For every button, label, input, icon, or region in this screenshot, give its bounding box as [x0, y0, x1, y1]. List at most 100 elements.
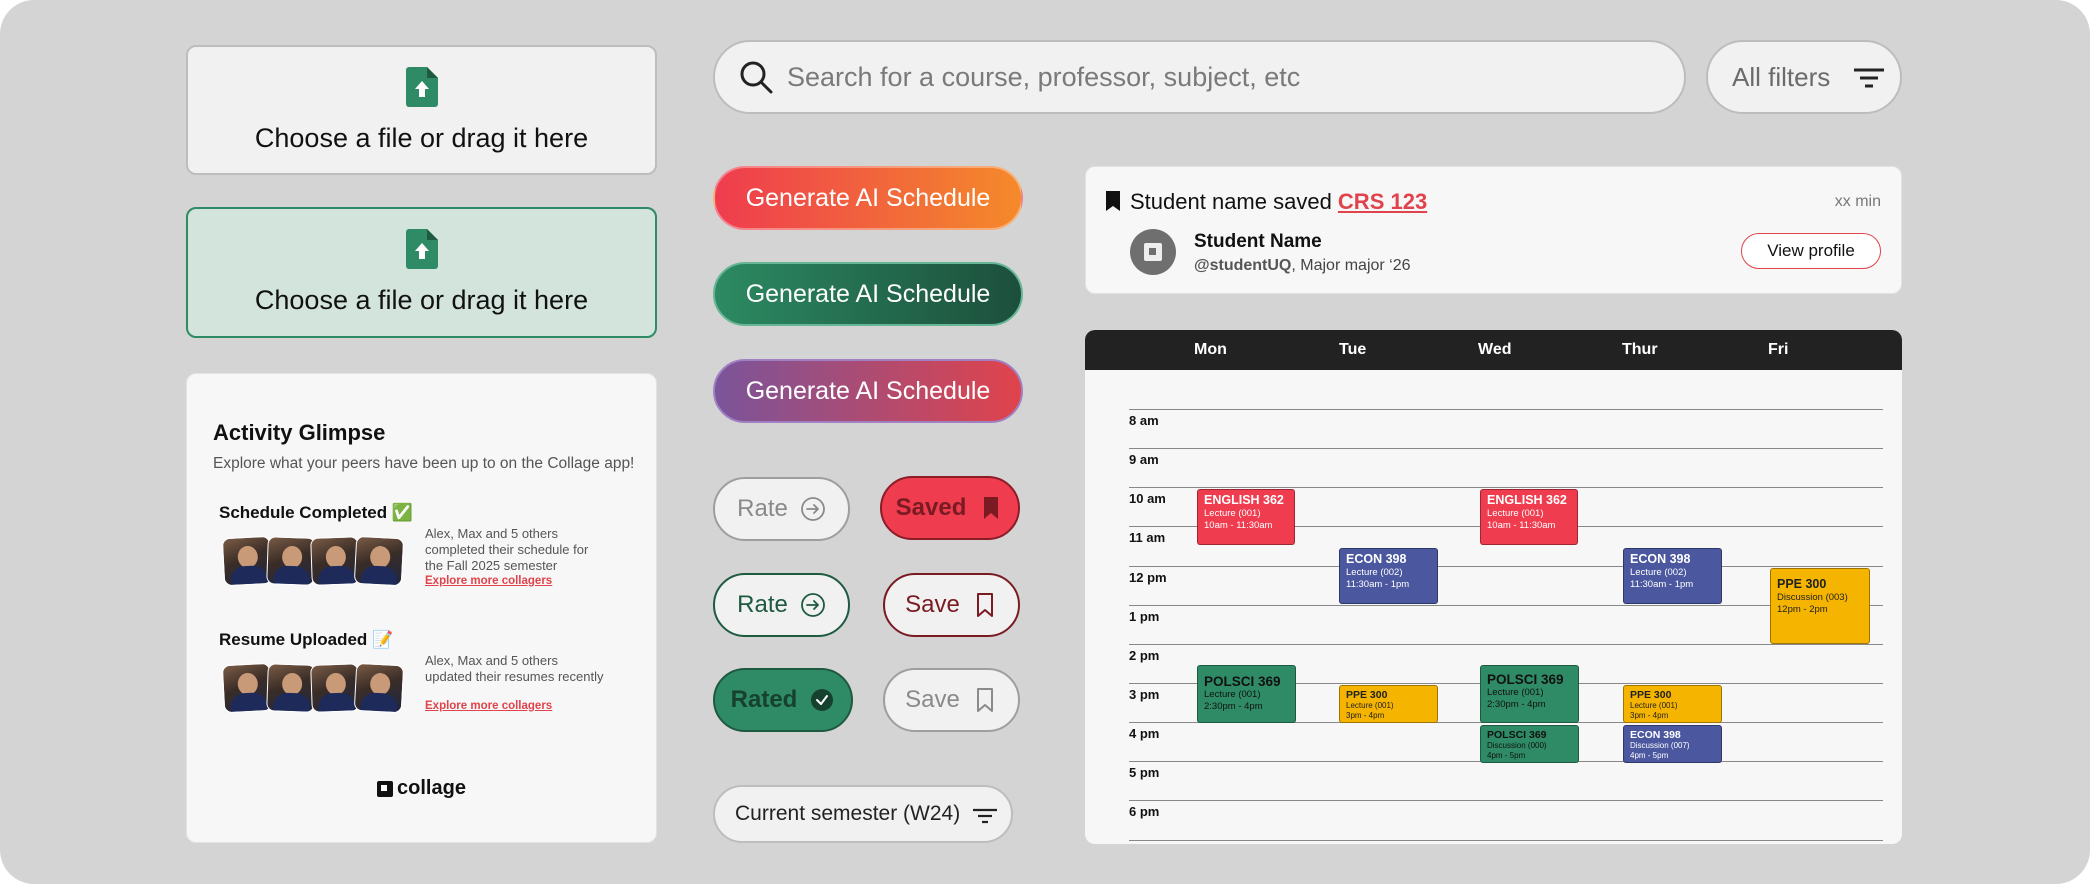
activity-item-description: Alex, Max and 5 others completed their s…	[425, 526, 589, 573]
calendar-header: Mon Tue Wed Thur Fri	[1085, 330, 1902, 370]
hour-label: 1 pm	[1129, 609, 1160, 624]
avatar	[310, 536, 360, 586]
generate-ai-schedule-button[interactable]: Generate AI Schedule	[713, 166, 1023, 230]
event-title: POLSCI 369	[1204, 674, 1281, 689]
avatar	[266, 536, 316, 586]
rated-button[interactable]: Rated	[713, 668, 853, 732]
activity-item: Schedule Completed ✅ Alex, Max and 5 oth…	[219, 503, 639, 587]
hour-label: 3 pm	[1129, 687, 1160, 702]
save-button[interactable]: Save	[883, 573, 1020, 637]
event-time: 2:30pm - 4pm	[1487, 699, 1546, 710]
activity-item-title: Resume Uploaded 📝	[219, 630, 394, 649]
avatar	[221, 662, 273, 714]
weekly-schedule-calendar: Mon Tue Wed Thur Fri 8 am 9 am 10 am 11 …	[1085, 330, 1902, 844]
avatar-stack	[221, 535, 413, 589]
search-input[interactable]	[787, 61, 1647, 93]
activity-title: Activity Glimpse	[213, 420, 386, 445]
file-upload-dropzone[interactable]: Choose a file or drag it here	[186, 45, 657, 175]
collage-logo-icon	[1144, 243, 1162, 261]
event-time: 11:30am - 1pm	[1346, 579, 1410, 590]
bookmark-icon	[976, 688, 993, 712]
save-button[interactable]: Save	[883, 668, 1020, 732]
course-link[interactable]: CRS 123	[1338, 189, 1427, 214]
event-title: ECON 398	[1630, 729, 1681, 741]
save-label: Save	[905, 591, 960, 618]
hour-gridline	[1129, 487, 1883, 488]
explore-collagers-link[interactable]: Explore more collagers	[425, 575, 552, 587]
event-title: POLSCI 369	[1487, 729, 1547, 741]
course-event-econ-398[interactable]: ECON 398 Lecture (002) 11:30am - 1pm	[1623, 548, 1722, 604]
semester-selector[interactable]: Current semester (W24)	[713, 785, 1013, 843]
activity-item: Resume Uploaded 📝 Alex, Max and 5 others…	[219, 630, 639, 714]
collage-logo-icon	[377, 780, 394, 797]
notification-time: xx min	[1834, 193, 1881, 210]
canvas: Choose a file or drag it here Choose a f…	[0, 0, 2090, 884]
hour-label: 10 am	[1129, 491, 1166, 506]
event-time: 3pm - 4pm	[1346, 711, 1385, 720]
all-filters-button[interactable]: All filters	[1706, 40, 1902, 114]
event-section: Lecture (001)	[1346, 701, 1394, 710]
bookmark-filled-icon	[984, 497, 999, 519]
avatar-stack	[221, 662, 413, 716]
notification-message: Student name saved	[1130, 189, 1338, 214]
save-label: Save	[905, 686, 960, 713]
course-event-english-362[interactable]: ENGLISH 362 Lecture (001) 10am - 11:30am	[1480, 489, 1578, 545]
day-header-tue: Tue	[1339, 341, 1367, 358]
course-event-econ-398[interactable]: ECON 398 Lecture (002) 11:30am - 1pm	[1339, 548, 1438, 604]
file-upload-icon	[405, 229, 438, 269]
course-event-polsci-369[interactable]: POLSCI 369 Discussion (000) 4pm - 5pm	[1480, 725, 1579, 763]
rate-label: Rate	[737, 495, 788, 522]
hour-label: 6 pm	[1129, 804, 1160, 819]
event-section: Lecture (002)	[1346, 567, 1403, 578]
search-bar[interactable]	[713, 40, 1686, 114]
course-event-polsci-369[interactable]: POLSCI 369 Lecture (001) 2:30pm - 4pm	[1480, 665, 1579, 723]
course-event-english-362[interactable]: ENGLISH 362 Lecture (001) 10am - 11:30am	[1197, 489, 1295, 545]
brand-name: collage	[397, 777, 466, 799]
notification-text: Student name saved CRS 123	[1130, 189, 1427, 215]
saved-button[interactable]: Saved	[880, 476, 1020, 540]
explore-collagers-link[interactable]: Explore more collagers	[425, 700, 552, 712]
hour-gridline	[1129, 644, 1883, 645]
event-time: 2:30pm - 4pm	[1204, 701, 1263, 712]
event-title: PPE 300	[1346, 689, 1388, 701]
student-name: Student Name	[1194, 231, 1322, 252]
avatar	[353, 662, 405, 714]
event-time: 3pm - 4pm	[1630, 711, 1669, 720]
check-circle-icon	[811, 689, 834, 711]
event-title: ENGLISH 362	[1204, 493, 1284, 507]
activity-subtitle: Explore what your peers have been up to …	[213, 455, 635, 472]
course-event-polsci-369[interactable]: POLSCI 369 Lecture (001) 2:30pm - 4pm	[1197, 665, 1296, 723]
upload-label: Choose a file or drag it here	[254, 285, 589, 315]
bookmark-filled-icon	[1106, 191, 1120, 211]
course-event-ppe-300[interactable]: PPE 300 Lecture (001) 3pm - 4pm	[1623, 685, 1722, 723]
course-event-ppe-300[interactable]: PPE 300 Discussion (003) 12pm - 2pm	[1770, 568, 1870, 644]
rated-label: Rated	[730, 686, 798, 713]
generate-ai-schedule-button[interactable]: Generate AI Schedule	[713, 359, 1023, 423]
hour-label: 12 pm	[1129, 570, 1167, 585]
arrow-circle-icon	[800, 593, 825, 617]
event-section: Lecture (001)	[1487, 687, 1544, 698]
event-title: POLSCI 369	[1487, 672, 1564, 687]
rate-button[interactable]: Rate	[713, 477, 850, 541]
avatar	[1130, 229, 1176, 275]
saved-notification-card: Student name saved CRS 123 xx min Studen…	[1085, 166, 1902, 294]
event-title: PPE 300	[1777, 577, 1827, 591]
rate-label: Rate	[737, 591, 788, 618]
event-title: ENGLISH 362	[1487, 493, 1567, 507]
course-event-ppe-300[interactable]: PPE 300 Lecture (001) 3pm - 4pm	[1339, 685, 1438, 723]
event-title: ECON 398	[1630, 552, 1691, 566]
view-profile-button[interactable]: View profile	[1741, 233, 1881, 269]
course-event-econ-398[interactable]: ECON 398 Discussion (007) 4pm - 5pm	[1623, 725, 1722, 763]
hour-label: 5 pm	[1129, 765, 1160, 780]
file-upload-dropzone-active[interactable]: Choose a file or drag it here	[186, 207, 657, 338]
avatar	[266, 663, 316, 713]
day-header-fri: Fri	[1768, 341, 1789, 358]
event-time: 10am - 11:30am	[1204, 520, 1273, 531]
activity-glimpse-card: Activity Glimpse Explore what your peers…	[186, 373, 657, 843]
generate-ai-schedule-button[interactable]: Generate AI Schedule	[713, 262, 1023, 326]
day-header-thur: Thur	[1622, 341, 1658, 358]
event-section: Lecture (001)	[1204, 689, 1261, 700]
hour-label: 2 pm	[1129, 648, 1160, 663]
event-section: Discussion (000)	[1487, 741, 1547, 750]
rate-button[interactable]: Rate	[713, 573, 850, 637]
